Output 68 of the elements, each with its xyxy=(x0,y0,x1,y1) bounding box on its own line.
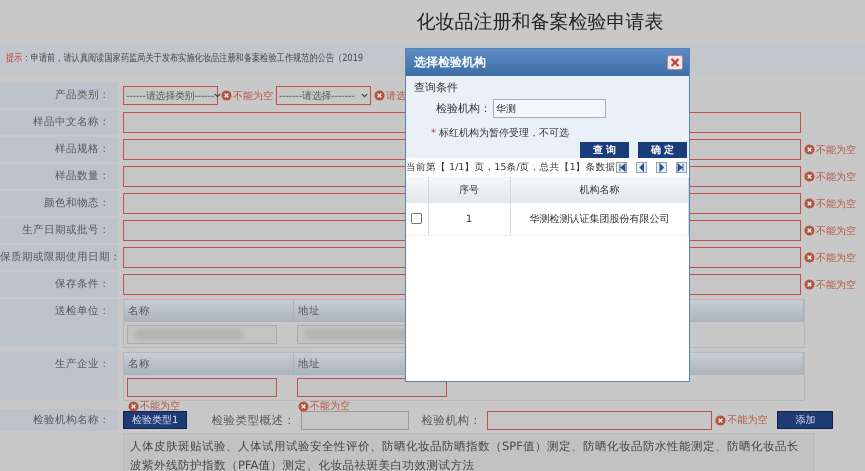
select-field[interactable]: ------请选择类别------ xyxy=(123,86,218,105)
error-message: 不能为空 xyxy=(816,170,856,184)
description-text: 人体皮肤斑贴试验、人体试用试验安全性评价、防晒化妆品防晒指数（SPF值）测定、防晒化妆品防水性能测定、防晒化妆品长波紫外线防护指数（PFA值）测定、化妆品祛斑美白功效测试方法 xyxy=(123,433,815,471)
field-label: 颜色和物态： xyxy=(0,191,118,216)
error-icon xyxy=(804,252,815,263)
field-label: 样品规格： xyxy=(0,137,118,162)
input-field[interactable] xyxy=(297,378,447,397)
error-message: 不能为空 xyxy=(816,144,856,156)
field-label: 检验机构： xyxy=(436,101,491,116)
column-header: 名称 xyxy=(124,300,294,322)
error-message: 不能为空 xyxy=(140,400,180,413)
column-header: 序号 xyxy=(428,177,510,203)
table-cell: 华测检测认证集团股份有限公司 xyxy=(510,203,688,236)
field-label: 生产日期或批号： xyxy=(0,218,118,243)
field-label: 样品中文名称： xyxy=(0,110,118,135)
column-header: 机构名称 xyxy=(510,177,688,203)
pager-text: 当前第【 1/1】页，15条/页，总共【1】条数据 xyxy=(406,161,616,174)
close-icon[interactable] xyxy=(667,55,683,70)
error-message: 不能为空 xyxy=(310,400,350,413)
agency-search-field[interactable]: 华测 xyxy=(493,99,606,118)
note-text: * 标红机构为暂停受理，不可选 xyxy=(431,126,570,140)
field-label: 保质期或限期使用日期： xyxy=(0,245,118,270)
error-message: 不能为空 xyxy=(816,252,856,264)
error-icon xyxy=(298,400,309,412)
input-field[interactable] xyxy=(487,410,712,430)
input-field[interactable] xyxy=(127,325,277,344)
error-icon xyxy=(804,279,815,290)
select-field[interactable]: -------请选择------- xyxy=(276,86,371,105)
caret-icon xyxy=(361,93,368,98)
input-field[interactable] xyxy=(127,378,277,397)
error-message: 不能为空 xyxy=(816,278,856,292)
input-field[interactable] xyxy=(301,410,410,430)
field-label: 生产企业： xyxy=(0,352,118,400)
error-icon xyxy=(374,90,385,101)
field-label: 检验机构： xyxy=(421,412,482,428)
error-icon xyxy=(804,171,815,182)
field-label: 保存条件： xyxy=(0,272,118,297)
error-message: 不能为空 xyxy=(233,90,273,102)
error-icon xyxy=(804,225,815,236)
inspection-type-button[interactable]: 检验类型1 xyxy=(123,411,188,429)
dialog-title: 选择检验机构 xyxy=(414,54,486,71)
error-message: 不能为空 xyxy=(816,198,856,210)
prev-page-icon[interactable] xyxy=(636,162,647,173)
field-label: 产品类别： xyxy=(0,83,118,108)
confirm-button[interactable]: 确 定 xyxy=(638,142,687,158)
error-icon xyxy=(715,414,726,426)
error-message: 请选 xyxy=(386,90,406,102)
error-icon xyxy=(804,198,815,209)
first-page-icon[interactable] xyxy=(616,162,627,173)
error-message: 不能为空 xyxy=(727,414,768,427)
error-icon xyxy=(128,400,139,412)
add-button[interactable]: 添加 xyxy=(777,411,834,429)
section-label: 查询条件 xyxy=(413,80,459,95)
row-checkbox[interactable] xyxy=(411,213,422,224)
field-label: 检验机构名称： xyxy=(0,409,118,431)
page-title: 化妆品注册和备案检验申请表 xyxy=(416,10,664,35)
column-header: 名称 xyxy=(124,353,294,375)
last-page-icon[interactable] xyxy=(676,162,687,173)
next-page-icon[interactable] xyxy=(656,162,667,173)
error-icon xyxy=(804,144,815,155)
field-label: 检验类型概述： xyxy=(211,412,296,428)
error-icon xyxy=(221,90,232,101)
error-message: 不能为空 xyxy=(816,224,856,238)
table-cell: 1 xyxy=(428,203,510,236)
field-label: 送检单位： xyxy=(0,299,118,347)
query-button[interactable]: 查 询 xyxy=(580,142,629,158)
field-label: 样品数量： xyxy=(0,164,118,189)
caret-icon xyxy=(214,93,222,98)
